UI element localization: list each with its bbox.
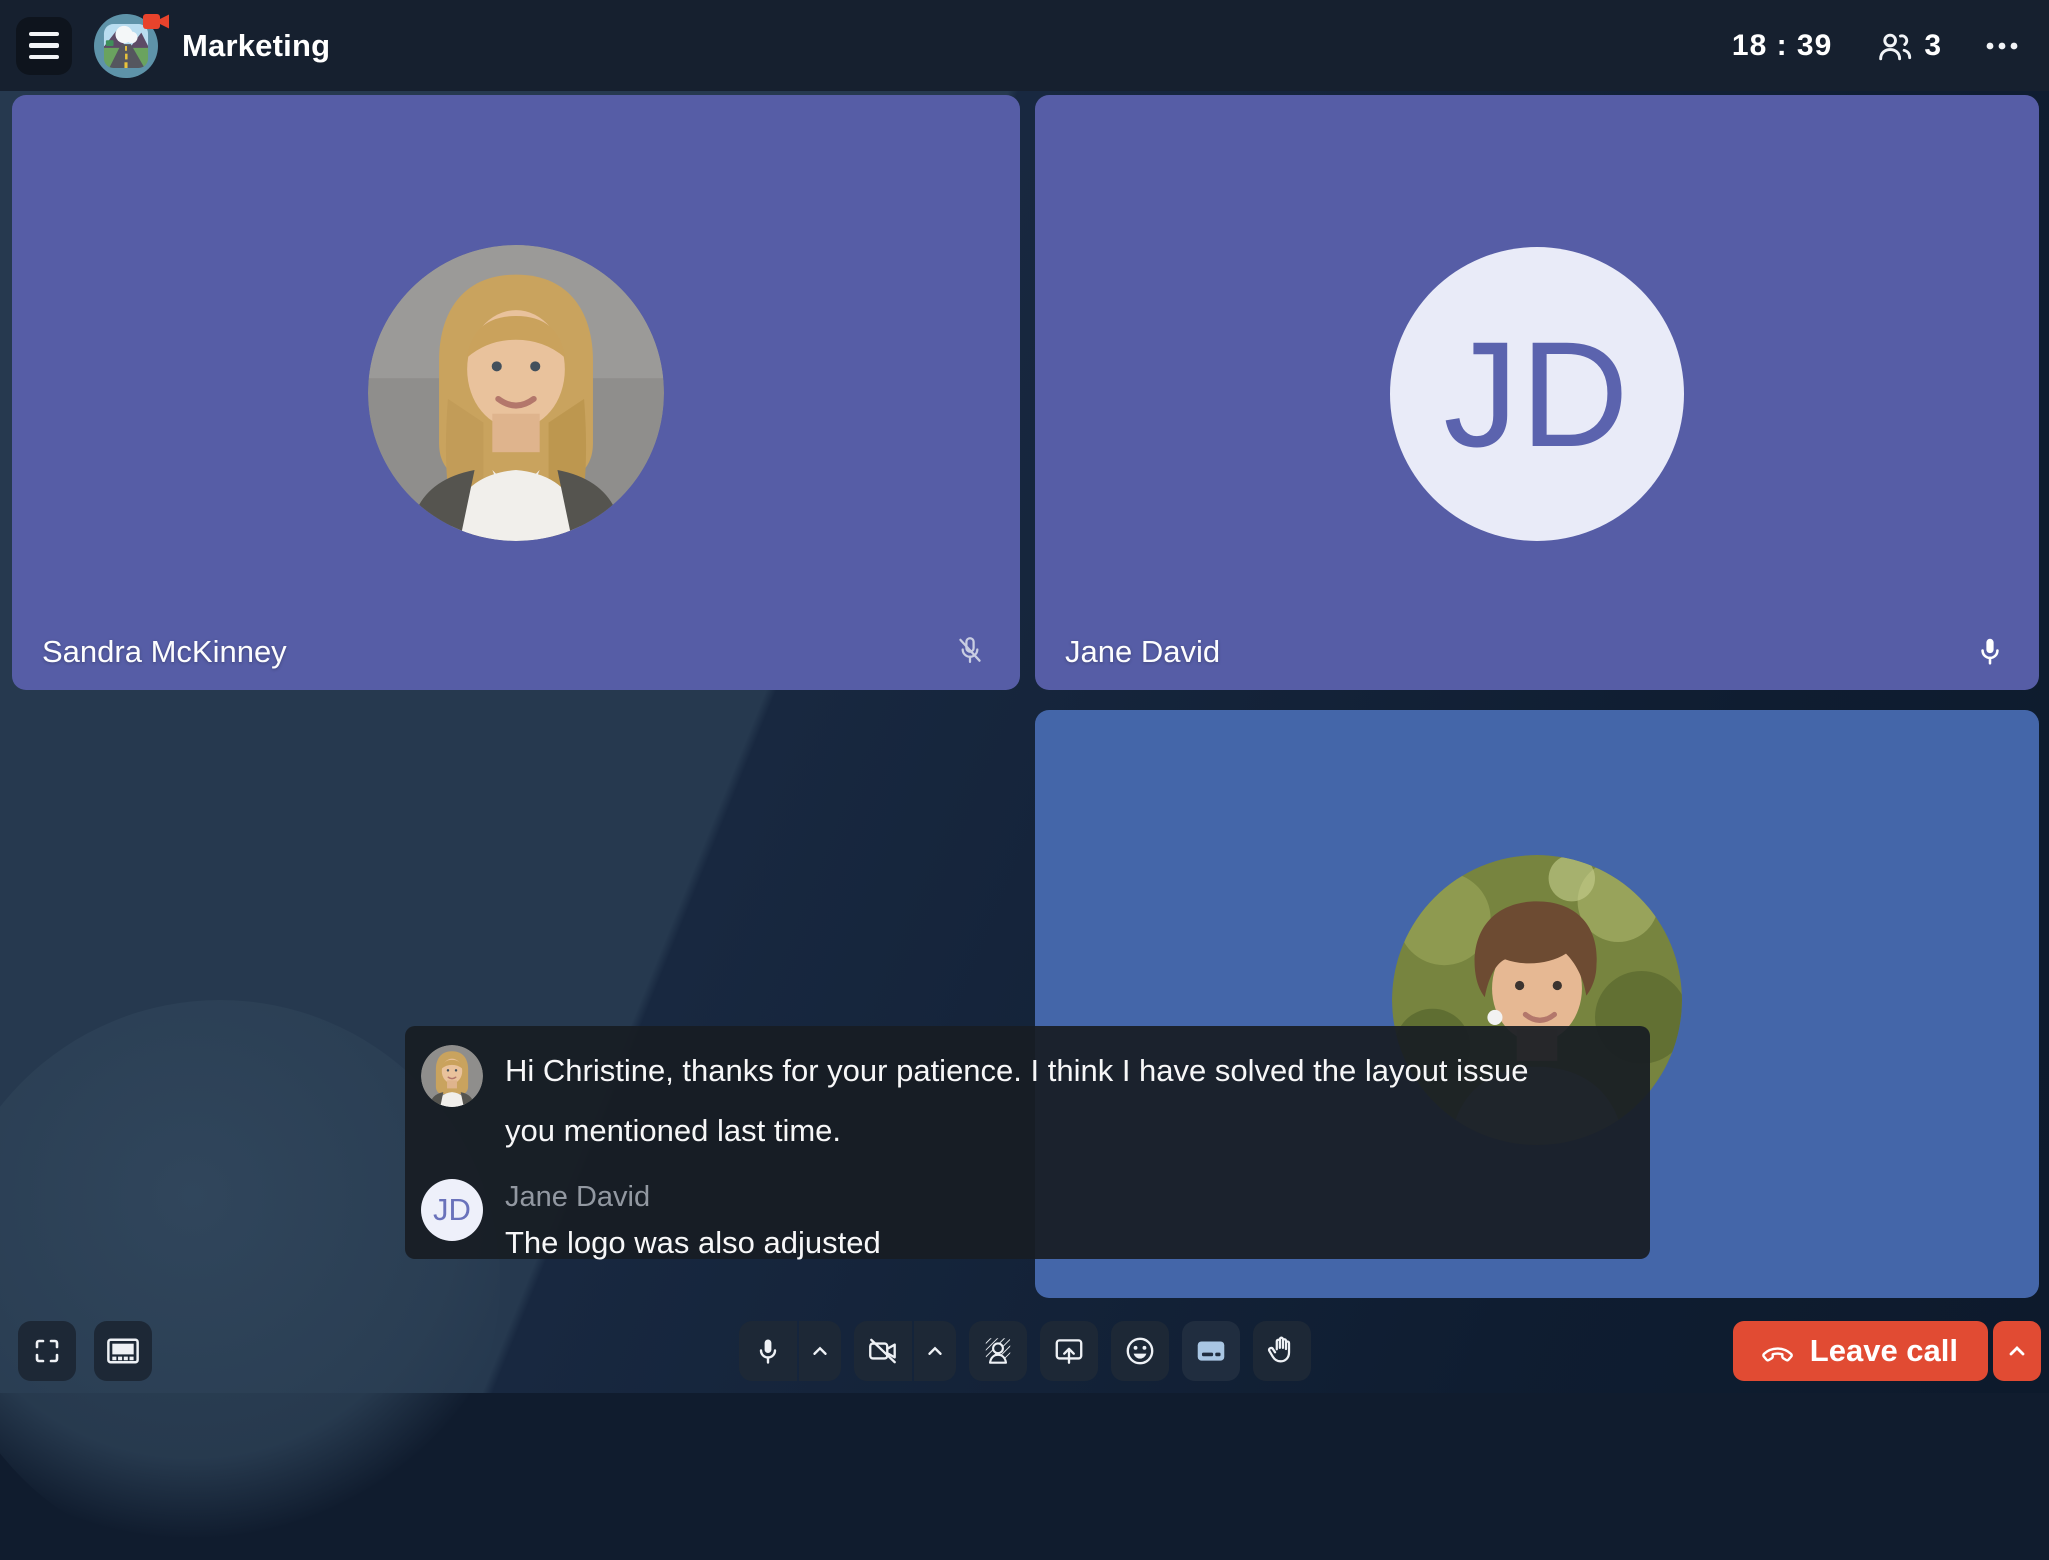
- emoji-icon: [1123, 1334, 1157, 1368]
- chevron-up-icon: [2005, 1339, 2029, 1363]
- reactions-button[interactable]: [1111, 1321, 1169, 1381]
- caption-text: The logo was also adjusted: [505, 1217, 881, 1269]
- captions-icon: [1194, 1334, 1228, 1368]
- mic-on-icon: [1973, 634, 2007, 668]
- meeting-window: Marketing 18 : 39 3: [0, 0, 2049, 1393]
- raise-hand-icon: [1265, 1334, 1299, 1368]
- video-tile-sandra[interactable]: Sandra McKinney: [12, 95, 1020, 690]
- participant-name: Jane David: [1065, 634, 1220, 670]
- layout-view-button[interactable]: [94, 1321, 152, 1381]
- more-options-button[interactable]: [1985, 41, 2019, 51]
- leave-call-button[interactable]: Leave call: [1733, 1321, 1988, 1381]
- participant-name: Sandra McKinney: [42, 634, 287, 670]
- mic-options-button[interactable]: [799, 1321, 841, 1381]
- caption-row: JD Jane David The logo was also adjusted: [421, 1175, 1630, 1269]
- leave-call-label: Leave call: [1810, 1333, 1958, 1369]
- caption-text: Hi Christine, thanks for your patience. …: [505, 1041, 1585, 1161]
- background-effects-button[interactable]: [969, 1321, 1027, 1381]
- participants-button[interactable]: 3: [1876, 29, 1941, 63]
- chevron-up-icon: [809, 1340, 831, 1362]
- live-captions-panel: Hi Christine, thanks for your patience. …: [405, 1026, 1650, 1259]
- caption-avatar-sandra: [421, 1045, 483, 1107]
- meeting-timer: 18 : 39: [1732, 29, 1832, 63]
- jane-initials-avatar: JD: [1390, 247, 1684, 541]
- ellipsis-icon: [1985, 41, 2019, 51]
- mic-toggle-button[interactable]: [739, 1321, 797, 1381]
- captions-button[interactable]: [1182, 1321, 1240, 1381]
- camera-toggle-button[interactable]: [854, 1321, 912, 1381]
- camera-off-icon: [866, 1334, 900, 1368]
- caption-speaker-name: Jane David: [505, 1177, 881, 1217]
- share-screen-button[interactable]: [1040, 1321, 1098, 1381]
- video-camera-badge-icon: [143, 12, 170, 32]
- caption-avatar-jane: JD: [421, 1179, 483, 1241]
- video-tile-jane[interactable]: JD Jane David: [1035, 95, 2039, 690]
- meeting-avatar: [94, 14, 158, 78]
- sandra-avatar: [368, 245, 664, 541]
- chevron-up-icon: [924, 1340, 946, 1362]
- jane-caption-initials: JD: [433, 1192, 471, 1228]
- header-bar: Marketing 18 : 39 3: [0, 0, 2049, 91]
- mic-muted-icon: [952, 632, 988, 668]
- phone-down-icon: [1759, 1333, 1796, 1370]
- mic-icon: [752, 1335, 784, 1367]
- participant-count: 3: [1924, 29, 1941, 63]
- call-controls-toolbar: Leave call: [0, 1321, 2049, 1381]
- share-screen-icon: [1052, 1334, 1086, 1368]
- effects-icon: [981, 1334, 1015, 1368]
- menu-button[interactable]: [16, 17, 72, 75]
- jane-initials: JD: [1443, 308, 1630, 481]
- caption-row: Hi Christine, thanks for your patience. …: [421, 1041, 1630, 1161]
- people-icon: [1876, 29, 1914, 63]
- meeting-title: Marketing: [182, 28, 330, 64]
- raise-hand-button[interactable]: [1253, 1321, 1311, 1381]
- fullscreen-button[interactable]: [18, 1321, 76, 1381]
- leave-call-options-button[interactable]: [1993, 1321, 2041, 1381]
- camera-options-button[interactable]: [914, 1321, 956, 1381]
